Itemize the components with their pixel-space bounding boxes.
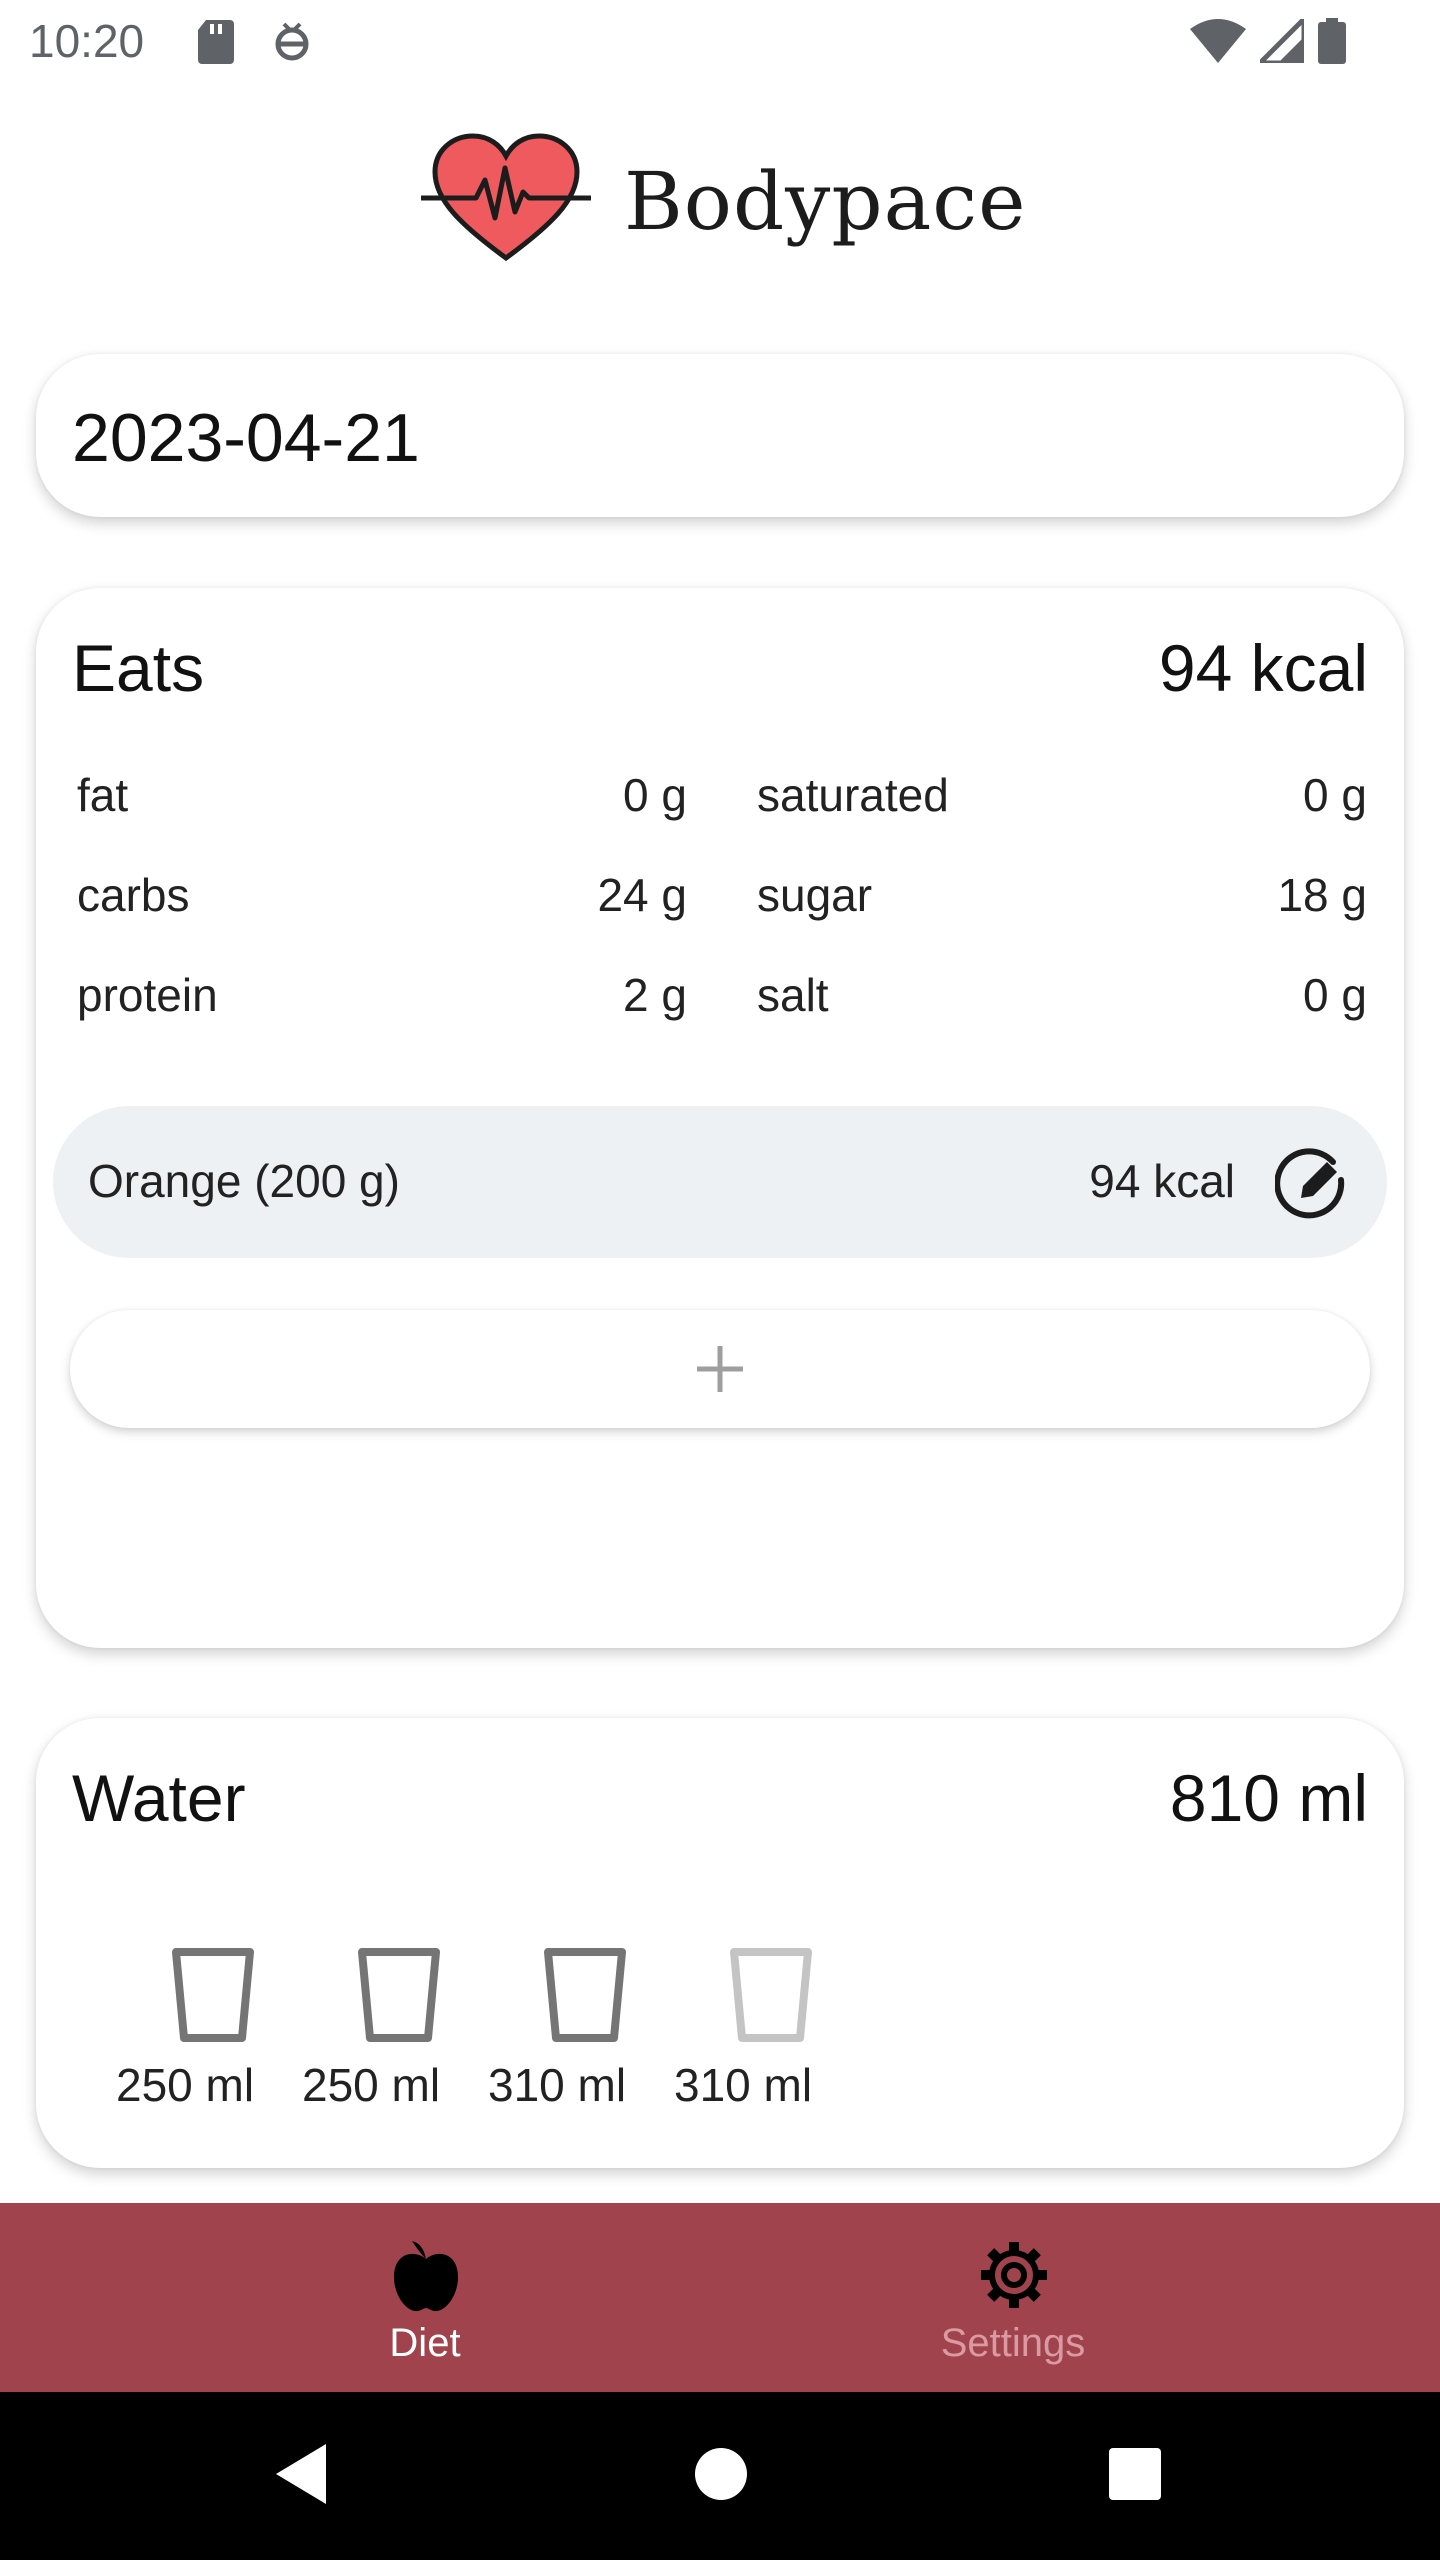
nutrient-value: 24 g bbox=[597, 869, 687, 921]
app-title: Bodypace bbox=[624, 155, 1027, 248]
assistant-icon bbox=[272, 18, 312, 69]
nutrient-saturated: saturated 0 g bbox=[757, 768, 1367, 848]
water-title: Water bbox=[72, 1761, 246, 1835]
nutrient-value: 18 g bbox=[1277, 869, 1367, 921]
sd-card-icon bbox=[196, 18, 236, 69]
signal-icon bbox=[1253, 12, 1307, 68]
plus-icon bbox=[697, 1346, 743, 1392]
heart-pulse-logo-icon bbox=[421, 130, 591, 270]
glass-volume: 310 ml bbox=[674, 2059, 813, 2111]
nutrient-salt: salt 0 g bbox=[757, 968, 1367, 1048]
nutrient-sugar: sugar 18 g bbox=[757, 868, 1367, 948]
nav-label-diet: Diet bbox=[389, 2321, 461, 2365]
edit-icon[interactable] bbox=[1274, 1144, 1351, 1220]
gear-icon bbox=[978, 2237, 1050, 2313]
water-glass[interactable]: 310 ml bbox=[488, 1946, 674, 2146]
water-total: 810 ml bbox=[1169, 1761, 1368, 1835]
glass-icon bbox=[358, 1948, 440, 2042]
wifi-icon bbox=[1190, 19, 1246, 68]
date-value: 2023-04-21 bbox=[72, 400, 420, 476]
water-glass[interactable]: 310 ml bbox=[674, 1946, 860, 2146]
water-card: Water 810 ml 250 ml 250 ml 310 ml 310 ml bbox=[36, 1718, 1404, 2168]
glass-empty-icon bbox=[730, 1948, 812, 2042]
eats-card: Eats 94 kcal fat 0 g saturated 0 g carbs… bbox=[36, 588, 1404, 1648]
nav-item-settings[interactable]: Settings bbox=[863, 2203, 1163, 2392]
nutrient-label: saturated bbox=[757, 769, 949, 821]
nav-label-settings: Settings bbox=[940, 2321, 1086, 2365]
bottom-navigation: Diet Settings bbox=[0, 2203, 1440, 2392]
app-header: Bodypace bbox=[0, 130, 1440, 280]
nutrient-label: salt bbox=[757, 969, 829, 1021]
status-right-icons bbox=[1190, 12, 1346, 69]
food-list-item[interactable]: Orange (200 g) 94 kcal bbox=[53, 1106, 1387, 1258]
eats-total-kcal: 94 kcal bbox=[1158, 631, 1368, 705]
glass-icon bbox=[544, 1948, 626, 2042]
food-kcal: 94 kcal bbox=[1089, 1155, 1235, 1207]
nutrient-value: 2 g bbox=[623, 969, 687, 1021]
water-glass[interactable]: 250 ml bbox=[116, 1946, 302, 2146]
nav-item-diet[interactable]: Diet bbox=[275, 2203, 575, 2392]
battery-icon bbox=[1318, 18, 1346, 69]
nutrient-protein: protein 2 g bbox=[77, 968, 687, 1048]
nutrient-label: fat bbox=[77, 769, 129, 821]
status-time: 10:20 bbox=[29, 15, 145, 67]
nutrient-value: 0 g bbox=[1303, 969, 1367, 1021]
status-bar: 10:20 bbox=[0, 0, 1440, 84]
home-icon[interactable] bbox=[694, 2442, 748, 2511]
food-name: Orange (200 g) bbox=[88, 1155, 400, 1207]
water-glasses: 250 ml 250 ml 310 ml 310 ml bbox=[116, 1946, 860, 2146]
nutrient-value: 0 g bbox=[623, 769, 687, 821]
eats-title: Eats bbox=[72, 631, 205, 705]
nutrient-value: 0 g bbox=[1303, 769, 1367, 821]
nutrient-label: carbs bbox=[77, 869, 190, 921]
nutrient-carbs: carbs 24 g bbox=[77, 868, 687, 948]
water-glass[interactable]: 250 ml bbox=[302, 1946, 488, 2146]
apple-icon bbox=[390, 2237, 462, 2313]
glass-icon bbox=[172, 1948, 254, 2042]
add-food-button[interactable] bbox=[70, 1310, 1370, 1428]
nutrient-label: protein bbox=[77, 969, 218, 1021]
back-icon[interactable] bbox=[274, 2442, 330, 2511]
nutrient-label: sugar bbox=[757, 869, 873, 921]
system-navigation-bar bbox=[0, 2392, 1440, 2560]
recents-icon[interactable] bbox=[1108, 2442, 1162, 2511]
nutrient-fat: fat 0 g bbox=[77, 768, 687, 848]
date-selector[interactable]: 2023-04-21 bbox=[36, 354, 1404, 517]
